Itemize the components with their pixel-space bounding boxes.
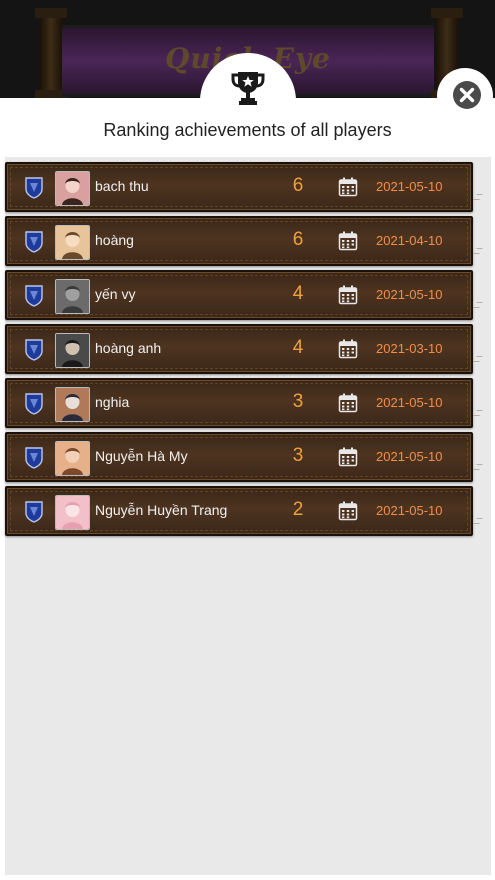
player-score: 2 [292, 499, 304, 520]
ranking-row[interactable]: yến vy 4 2021-05-10 [5, 270, 473, 320]
rank-badge-icon [24, 285, 44, 307]
close-icon[interactable] [453, 81, 481, 109]
avatar [55, 441, 90, 476]
achievement-date: 2021-04-10 [376, 233, 443, 248]
avatar [55, 171, 90, 206]
calendar-icon [338, 339, 358, 359]
avatar [55, 495, 90, 530]
achievement-date: 2021-03-10 [376, 341, 443, 356]
ranking-row[interactable]: bach thu 6 2021-05-10 [5, 162, 473, 212]
player-score: 3 [292, 445, 304, 466]
player-score: 6 [292, 175, 304, 196]
player-name: Nguyễn Hà My [95, 448, 188, 464]
close-button[interactable] [437, 68, 493, 124]
rank-badge-icon [24, 339, 44, 361]
calendar-icon [338, 285, 358, 305]
player-name: hoàng [95, 232, 134, 248]
modal-title: Ranking achievements of all players [103, 120, 392, 140]
player-score: 4 [292, 337, 304, 358]
calendar-icon [338, 231, 358, 251]
player-name: bach thu [95, 178, 149, 194]
player-score: 3 [292, 391, 304, 412]
player-score: 6 [292, 229, 304, 250]
avatar [55, 279, 90, 314]
avatar [55, 225, 90, 260]
achievement-date: 2021-05-10 [376, 395, 443, 410]
ranking-row[interactable]: Nguyễn Hà My 3 2021-05-10 [5, 432, 473, 482]
rank-badge-icon [24, 231, 44, 253]
ranking-row[interactable]: hoàng anh 4 2021-03-10 [5, 324, 473, 374]
player-name: nghia [95, 394, 130, 410]
achievement-date: 2021-05-10 [376, 503, 443, 518]
rank-badge-icon [24, 393, 44, 415]
calendar-icon [338, 447, 358, 467]
left-pillar [35, 8, 67, 100]
rank-badge-icon [24, 447, 44, 469]
calendar-icon [338, 177, 358, 197]
player-name: hoàng anh [95, 340, 162, 356]
rank-badge-icon [24, 177, 44, 199]
rank-badge-icon [24, 501, 44, 523]
trophy-icon [230, 69, 266, 107]
achievement-date: 2021-05-10 [376, 287, 443, 302]
ranking-row[interactable]: nghia 3 2021-05-10 [5, 378, 473, 428]
player-name: Nguyễn Huyền Trang [95, 502, 228, 518]
calendar-icon [338, 393, 358, 413]
ranking-row[interactable]: hoàng 6 2021-04-10 [5, 216, 473, 266]
player-score: 4 [292, 283, 304, 304]
calendar-icon [338, 501, 358, 521]
avatar [55, 333, 90, 368]
avatar [55, 387, 90, 422]
player-name: yến vy [95, 286, 136, 302]
achievement-date: 2021-05-10 [376, 179, 443, 194]
achievement-date: 2021-05-10 [376, 449, 443, 464]
ranking-row[interactable]: Nguyễn Huyền Trang 2 2021-05-10 [5, 486, 473, 536]
